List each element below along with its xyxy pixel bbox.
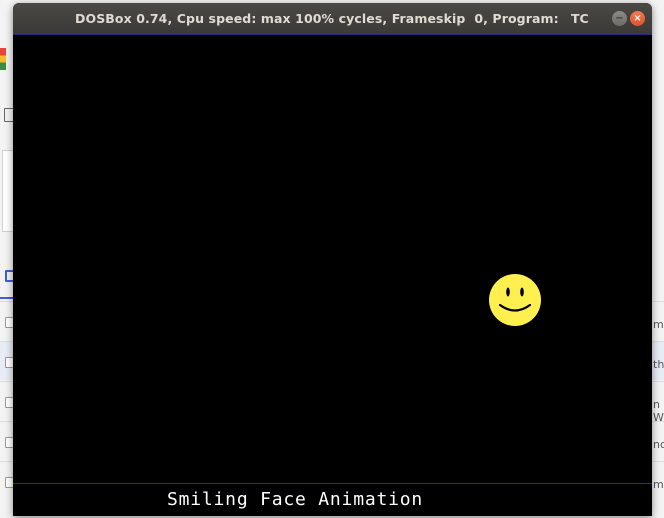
window-titlebar[interactable]: DOSBox 0.74, Cpu speed: max 100% cycles,…	[13, 3, 652, 35]
background-row-text: th	[653, 358, 664, 371]
background-app-logo	[0, 48, 6, 70]
background-row-text: nc	[653, 438, 664, 451]
smiley-face-icon	[489, 274, 541, 326]
program-name: TC	[571, 11, 589, 26]
minimize-icon: −	[615, 13, 624, 24]
animation-caption: Smiling Face Animation	[167, 489, 424, 510]
dosbox-window: DOSBox 0.74, Cpu speed: max 100% cycles,…	[13, 3, 652, 516]
dos-screen[interactable]: Smiling Face Animation	[13, 35, 652, 516]
background-row-text: m	[653, 478, 664, 491]
close-icon: ×	[633, 13, 642, 24]
minimize-button[interactable]: −	[612, 11, 627, 26]
background-row-text: n W	[653, 398, 664, 424]
background-tab-indicator	[0, 297, 14, 299]
close-button[interactable]: ×	[630, 11, 645, 26]
smiley-left-eye	[506, 287, 510, 297]
smiley-right-eye	[520, 287, 524, 297]
status-separator-line	[13, 483, 652, 484]
background-card	[2, 150, 13, 232]
background-row-text: m	[653, 318, 664, 331]
window-title: DOSBox 0.74, Cpu speed: max 100% cycles,…	[75, 11, 559, 26]
smiley-face-circle	[489, 274, 541, 326]
